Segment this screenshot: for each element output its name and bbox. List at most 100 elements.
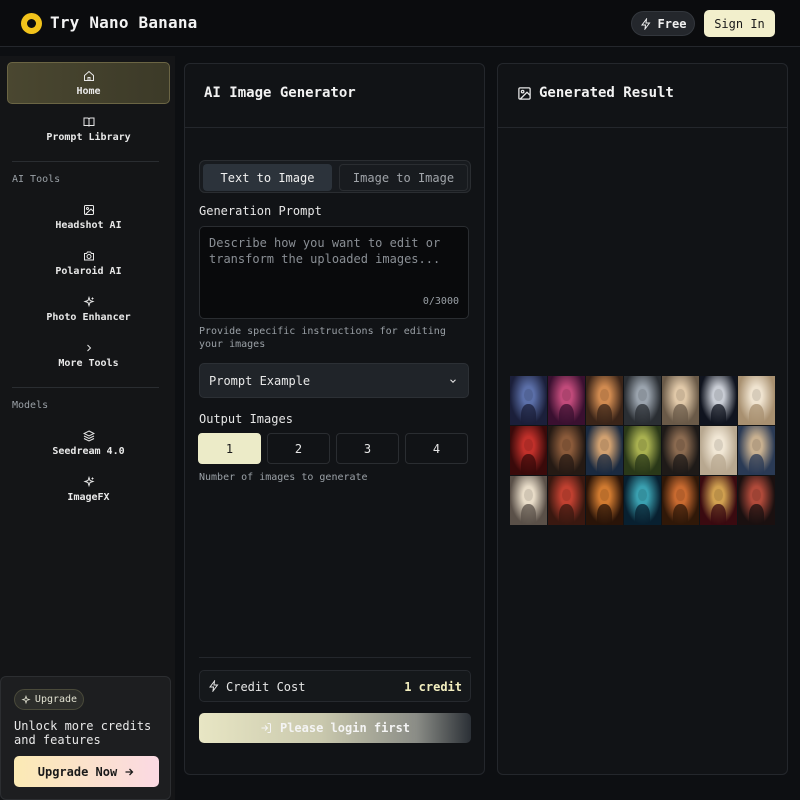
output-count-2-button[interactable]: 2 [267,433,330,464]
char-counter: 0/3000 [422,296,459,307]
credit-divider [199,657,471,658]
free-label: Free [657,16,687,31]
thumbnail-figure [597,404,612,425]
tab-image-to-image[interactable]: Image to Image [339,164,468,191]
sidebar-item-seedream[interactable]: Seedream 4.0 [7,422,170,464]
sample-thumbnail [510,476,547,525]
upgrade-badge: Upgrade [14,689,84,710]
login-first-button[interactable]: Please login first [199,713,471,743]
thumbnail-head [752,388,761,402]
sidebar-item-label: More Tools [58,357,119,369]
prompt-example-label: Prompt Example [209,373,311,388]
generator-header: AI Image Generator [185,64,484,128]
login-button-label: Please login first [279,721,411,735]
sample-thumbnail [700,376,737,425]
sidebar-item-photo-enhancer[interactable]: Photo Enhancer [7,288,170,330]
mode-tabs: Text to Image Image to Image [199,160,471,193]
result-panel: Generated Result [497,63,788,775]
upgrade-now-button[interactable]: Upgrade Now [14,756,159,787]
sample-thumbnail [700,476,737,525]
sidebar-item-prompt-library[interactable]: Prompt Library [7,108,170,150]
thumbnail-figure [749,404,764,425]
thumbnail-head [638,488,647,502]
image-icon [83,204,94,215]
upgrade-card: Upgrade Unlock more credits and features… [0,676,171,800]
credit-cost-value: 1 credit [404,680,462,694]
output-count-1-button[interactable]: 1 [198,433,261,464]
thumbnail-head [714,438,723,452]
thumbnail-figure [635,504,650,525]
output-count-3-button[interactable]: 3 [336,433,399,464]
sample-thumbnail [586,426,623,475]
thumbnail-figure [711,404,726,425]
output-hint: Number of images to generate [199,472,368,483]
upgrade-button-label: Upgrade Now [37,764,118,779]
upgrade-description: Unlock more credits and features [14,719,152,747]
sidebar-item-label: Seedream 4.0 [52,445,125,457]
free-plan-badge[interactable]: Free [631,11,695,36]
thumbnail-head [524,388,533,402]
sample-image-grid [510,376,775,527]
thumbnail-head [562,438,571,452]
image-icon [518,87,531,100]
prompt-field: 0/3000 [199,226,469,319]
result-header: Generated Result [498,64,787,128]
sidebar-item-label: Polaroid AI [55,265,122,277]
thumbnail-head [638,388,647,402]
brand-title[interactable]: Try Nano Banana [50,13,198,32]
sample-thumbnail [738,376,775,425]
thumbnail-head [714,488,723,502]
thumbnail-figure [597,504,612,525]
thumbnail-figure [521,454,536,475]
thumbnail-head [676,438,685,452]
tab-text-to-image[interactable]: Text to Image [203,164,332,191]
prompt-label: Generation Prompt [199,204,322,218]
thumbnail-head [524,438,533,452]
thumbnail-head [676,488,685,502]
sidebar-item-label: Home [76,85,101,97]
sparkles-icon [82,295,95,307]
sample-thumbnail [548,426,585,475]
upgrade-badge-label: Upgrade [34,694,78,705]
thumbnail-figure [521,504,536,525]
thumbnail-head [676,388,685,402]
login-icon [261,723,271,733]
sample-thumbnail [700,426,737,475]
sample-thumbnail [548,476,585,525]
sidebar-item-headshot-ai[interactable]: Headshot AI [7,196,170,238]
sidebar-item-imagefx[interactable]: ImageFX [7,468,170,510]
thumbnail-figure [635,404,650,425]
sample-thumbnail [738,476,775,525]
sample-thumbnail [624,476,661,525]
output-images-label: Output Images [199,412,293,426]
banana-logo-icon[interactable] [21,13,42,34]
sidebar-item-home[interactable]: Home [7,62,170,104]
credit-cost-row: Credit Cost 1 credit [199,670,471,702]
sign-in-button[interactable]: Sign In [704,10,775,37]
sidebar-item-more-tools[interactable]: More Tools [7,334,170,376]
sidebar-item-label: Headshot AI [55,219,122,231]
thumbnail-figure [711,504,726,525]
sidebar-item-label: Photo Enhancer [46,311,131,323]
thumbnail-figure [559,404,574,425]
thumbnail-figure [673,504,688,525]
thumbnail-figure [559,504,574,525]
thumbnail-figure [521,404,536,425]
layers-icon [82,429,95,442]
output-count-4-button[interactable]: 4 [405,433,468,464]
sidebar-item-polaroid-ai[interactable]: Polaroid AI [7,242,170,284]
thumbnail-head [562,488,571,502]
thumbnail-head [714,388,723,402]
models-heading: Models [12,400,49,411]
sidebar-divider [12,387,159,388]
thumbnail-figure [635,454,650,475]
thumbnail-head [638,438,647,452]
sample-thumbnail [662,426,699,475]
result-title: Generated Result [539,85,674,101]
prompt-example-dropdown[interactable]: Prompt Example [199,363,469,398]
home-icon [83,70,94,81]
sample-thumbnail [586,476,623,525]
sidebar-item-label: Prompt Library [46,131,131,143]
thumbnail-figure [673,404,688,425]
sample-thumbnail [586,376,623,425]
